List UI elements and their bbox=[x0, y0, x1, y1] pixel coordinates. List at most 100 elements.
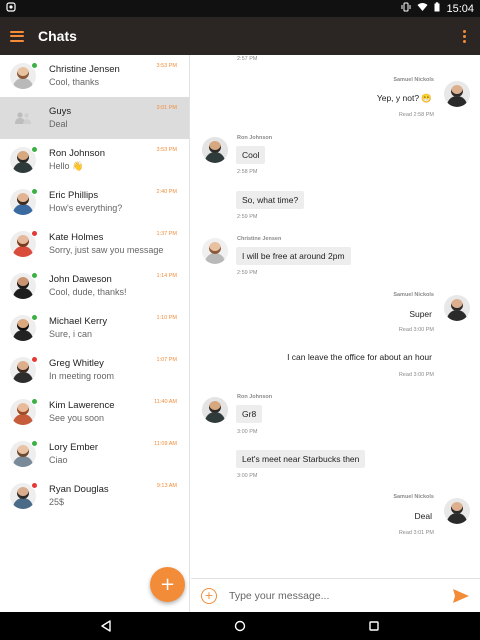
message-input[interactable] bbox=[229, 589, 452, 602]
vibrate-icon bbox=[401, 2, 411, 15]
message-preview: Ciao bbox=[49, 455, 68, 465]
message-preview: Deal bbox=[49, 119, 68, 129]
message-meta: 3:00 PM bbox=[237, 473, 258, 479]
chat-time: 11:40 AM bbox=[154, 399, 177, 405]
send-icon[interactable] bbox=[452, 587, 470, 605]
avatar bbox=[444, 498, 470, 524]
presence-indicator bbox=[31, 188, 38, 195]
chat-list-item[interactable]: Ryan Douglas 25$ 9:13 AM bbox=[0, 475, 189, 517]
home-icon[interactable] bbox=[233, 619, 247, 633]
message-bubble: Cool bbox=[236, 146, 266, 164]
presence-indicator bbox=[31, 62, 38, 69]
message-preview: See you soon bbox=[49, 413, 105, 423]
message-preview: Sorry, just saw you message bbox=[49, 245, 164, 255]
chat-time: 3:53 PM bbox=[156, 147, 177, 153]
chat-time: 1:14 PM bbox=[156, 273, 177, 279]
app-bar: Chats bbox=[0, 17, 480, 55]
avatar bbox=[10, 482, 38, 509]
chat-list: Christine Jensen Cool, thanks 3:53 PM Guys D… bbox=[0, 55, 190, 612]
status-time: 15:04 bbox=[446, 2, 474, 15]
new-chat-button[interactable]: + bbox=[150, 567, 185, 602]
chat-list-item[interactable]: John Daweson Cool, dude, thanks! 1:14 PM bbox=[0, 265, 189, 307]
message-meta: 2:59 PM bbox=[237, 270, 258, 276]
chat-time: 1:37 PM bbox=[156, 231, 177, 237]
message-bubble: I can leave the office for about an hour bbox=[287, 352, 432, 362]
recents-icon[interactable] bbox=[367, 619, 381, 633]
wifi-icon bbox=[417, 2, 428, 15]
presence-indicator bbox=[31, 398, 38, 405]
message-meta: 2:58 PM bbox=[237, 169, 258, 175]
avatar bbox=[10, 356, 38, 383]
avatar bbox=[202, 137, 228, 163]
message-bubble: Let's meet near Starbucks then bbox=[236, 450, 366, 468]
message-meta: 2:59 PM bbox=[237, 214, 258, 220]
app-title: Chats bbox=[38, 28, 77, 44]
presence-indicator bbox=[31, 356, 38, 363]
chat-time: 3:01 PM bbox=[156, 105, 177, 111]
message-preview: Sure, i can bbox=[49, 329, 93, 339]
chat-list-item[interactable]: Kate Holmes Sorry, just saw you message 1:… bbox=[0, 223, 189, 265]
avatar bbox=[202, 238, 228, 264]
message-bubble: So, what time? bbox=[236, 191, 305, 209]
avatar bbox=[10, 314, 38, 341]
message-bubble: Deal bbox=[414, 511, 432, 521]
message-bubble: I will be free at around 2pm bbox=[236, 247, 351, 265]
avatar bbox=[10, 398, 38, 425]
message-meta: Read 3:00 PM bbox=[398, 327, 434, 333]
overflow-menu-icon[interactable] bbox=[459, 26, 470, 47]
chat-time: 9:13 AM bbox=[156, 483, 177, 489]
presence-indicator bbox=[31, 230, 38, 237]
avatar bbox=[10, 62, 38, 89]
message-preview: 25$ bbox=[49, 497, 65, 507]
message-meta: Read 3:01 PM bbox=[398, 530, 434, 536]
message-preview: How's everything? bbox=[49, 203, 123, 213]
hamburger-menu-icon[interactable] bbox=[10, 30, 24, 42]
presence-indicator bbox=[31, 440, 38, 447]
status-left bbox=[6, 2, 16, 15]
chat-list-item[interactable]: Christine Jensen Cool, thanks 3:53 PM bbox=[0, 55, 189, 97]
chat-time: 2:40 PM bbox=[156, 189, 177, 195]
group-icon bbox=[10, 105, 36, 131]
chat-time: 3:53 PM bbox=[156, 63, 177, 69]
message-sender: Christine Jensen bbox=[237, 236, 282, 242]
back-icon[interactable] bbox=[99, 619, 113, 633]
battery-icon bbox=[434, 2, 440, 15]
message-preview: Cool, dude, thanks! bbox=[49, 287, 127, 297]
chat-list-item[interactable]: Ron Johnson Hello 👋 3:53 PM bbox=[0, 139, 189, 181]
avatar bbox=[10, 188, 38, 215]
avatar bbox=[10, 230, 38, 257]
message-preview: Cool, thanks bbox=[49, 77, 100, 87]
chat-list-item[interactable]: Eric Phillips How's everything? 2:40 PM bbox=[0, 181, 189, 223]
message-sender: Ron Johnson bbox=[237, 135, 273, 141]
avatar bbox=[10, 440, 38, 467]
system-nav-bar bbox=[0, 612, 480, 640]
avatar bbox=[444, 81, 470, 107]
message-sender: Ron Johnson bbox=[237, 394, 273, 400]
chat-list-item[interactable]: Michael Kerry Sure, i can 1:10 PM bbox=[0, 307, 189, 349]
avatar bbox=[10, 146, 38, 173]
chat-list-item[interactable]: Kim Lawerence See you soon 11:40 AM bbox=[0, 391, 189, 433]
presence-indicator bbox=[31, 146, 38, 153]
chat-list-item[interactable]: Greg Whitley In meeting room 1:07 PM bbox=[0, 349, 189, 391]
presence-indicator bbox=[31, 482, 38, 489]
add-attachment-icon[interactable]: + bbox=[201, 587, 217, 604]
avatar bbox=[10, 272, 38, 299]
message-sender: Samuel Nickols bbox=[393, 77, 434, 83]
avatar bbox=[444, 295, 470, 321]
app-notification-icon bbox=[6, 2, 16, 15]
conversation-pane: 2:57 PM Samuel Nickols Yep, y not? 😁 Rea… bbox=[191, 55, 480, 578]
chat-list-item[interactable]: Guys Deal 3:01 PM bbox=[0, 97, 189, 139]
chat-time: 1:07 PM bbox=[156, 357, 177, 363]
chat-list-item[interactable]: Lory Ember Ciao 11:09 AM bbox=[0, 433, 189, 475]
message-bubble: Yep, y not? 😁 bbox=[376, 93, 432, 103]
message-meta: Read 3:00 PM bbox=[398, 372, 434, 378]
chat-time: 11:09 AM bbox=[154, 441, 177, 447]
avatar bbox=[10, 105, 36, 131]
message-bubble: Super bbox=[409, 309, 432, 319]
message-preview: Hello 👋 bbox=[49, 161, 84, 171]
presence-indicator bbox=[31, 314, 38, 321]
message-meta: Read 2:58 PM bbox=[398, 112, 434, 118]
message-sender: Samuel Nickols bbox=[393, 292, 434, 298]
message-bubble: Gr8 bbox=[236, 405, 263, 423]
message-meta: 3:00 PM bbox=[237, 429, 258, 435]
